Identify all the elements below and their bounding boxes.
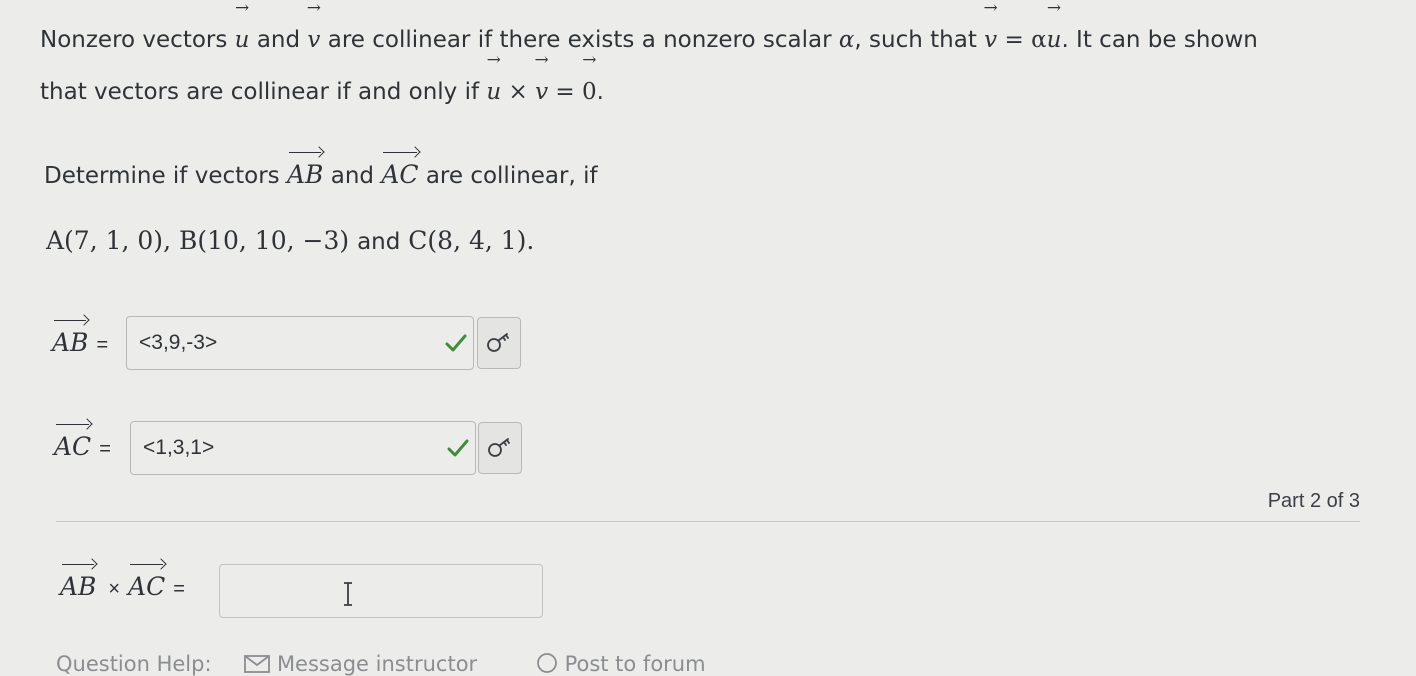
question-help-label: Question Help: bbox=[56, 652, 212, 676]
check-icon bbox=[447, 439, 469, 457]
vector-ab: AB bbox=[286, 152, 324, 189]
envelope-icon bbox=[244, 655, 271, 673]
vector-ac: AC bbox=[381, 152, 419, 189]
zero-vector: 0 bbox=[582, 66, 597, 118]
key-icon bbox=[488, 438, 510, 457]
key-icon bbox=[487, 333, 509, 352]
intro-paragraph: Nonzero vectors u and v are collinear if… bbox=[40, 14, 1380, 118]
vector-u: u bbox=[235, 14, 250, 66]
ac-answer-field[interactable]: <1,3,1> bbox=[130, 421, 476, 475]
part-divider bbox=[56, 521, 1360, 522]
message-instructor-link[interactable]: Message instructor bbox=[244, 652, 510, 676]
question-text: Determine if vectors AB and AC are colli… bbox=[44, 152, 598, 189]
intro-line-1: Nonzero vectors u and v are collinear if… bbox=[40, 14, 1380, 66]
ab-label: AB = bbox=[52, 320, 109, 357]
speech-bubble-icon bbox=[536, 653, 557, 673]
cross-product-input[interactable] bbox=[219, 564, 543, 618]
show-answer-key-button[interactable] bbox=[477, 317, 521, 369]
show-answer-key-button[interactable] bbox=[478, 422, 522, 474]
cross-product-label: AB × AC = bbox=[60, 564, 185, 601]
intro-line-2: that vectors are collinear if and only i… bbox=[40, 66, 1380, 118]
post-to-forum-link[interactable]: Post to forum bbox=[536, 652, 732, 676]
text-cursor-icon bbox=[344, 582, 352, 606]
part-indicator: Part 2 of 3 bbox=[1267, 490, 1360, 512]
vector-v: v bbox=[307, 14, 320, 66]
question-help-footer: Question Help: Message instructor Post t… bbox=[56, 652, 758, 676]
points-definition: A(7, 1, 0), B(10, 10, −3) and C(8, 4, 1)… bbox=[46, 226, 535, 255]
ab-answer-field[interactable]: <3,9,-3> bbox=[126, 316, 474, 370]
ac-label: AC = bbox=[54, 424, 111, 461]
check-icon bbox=[445, 334, 467, 352]
